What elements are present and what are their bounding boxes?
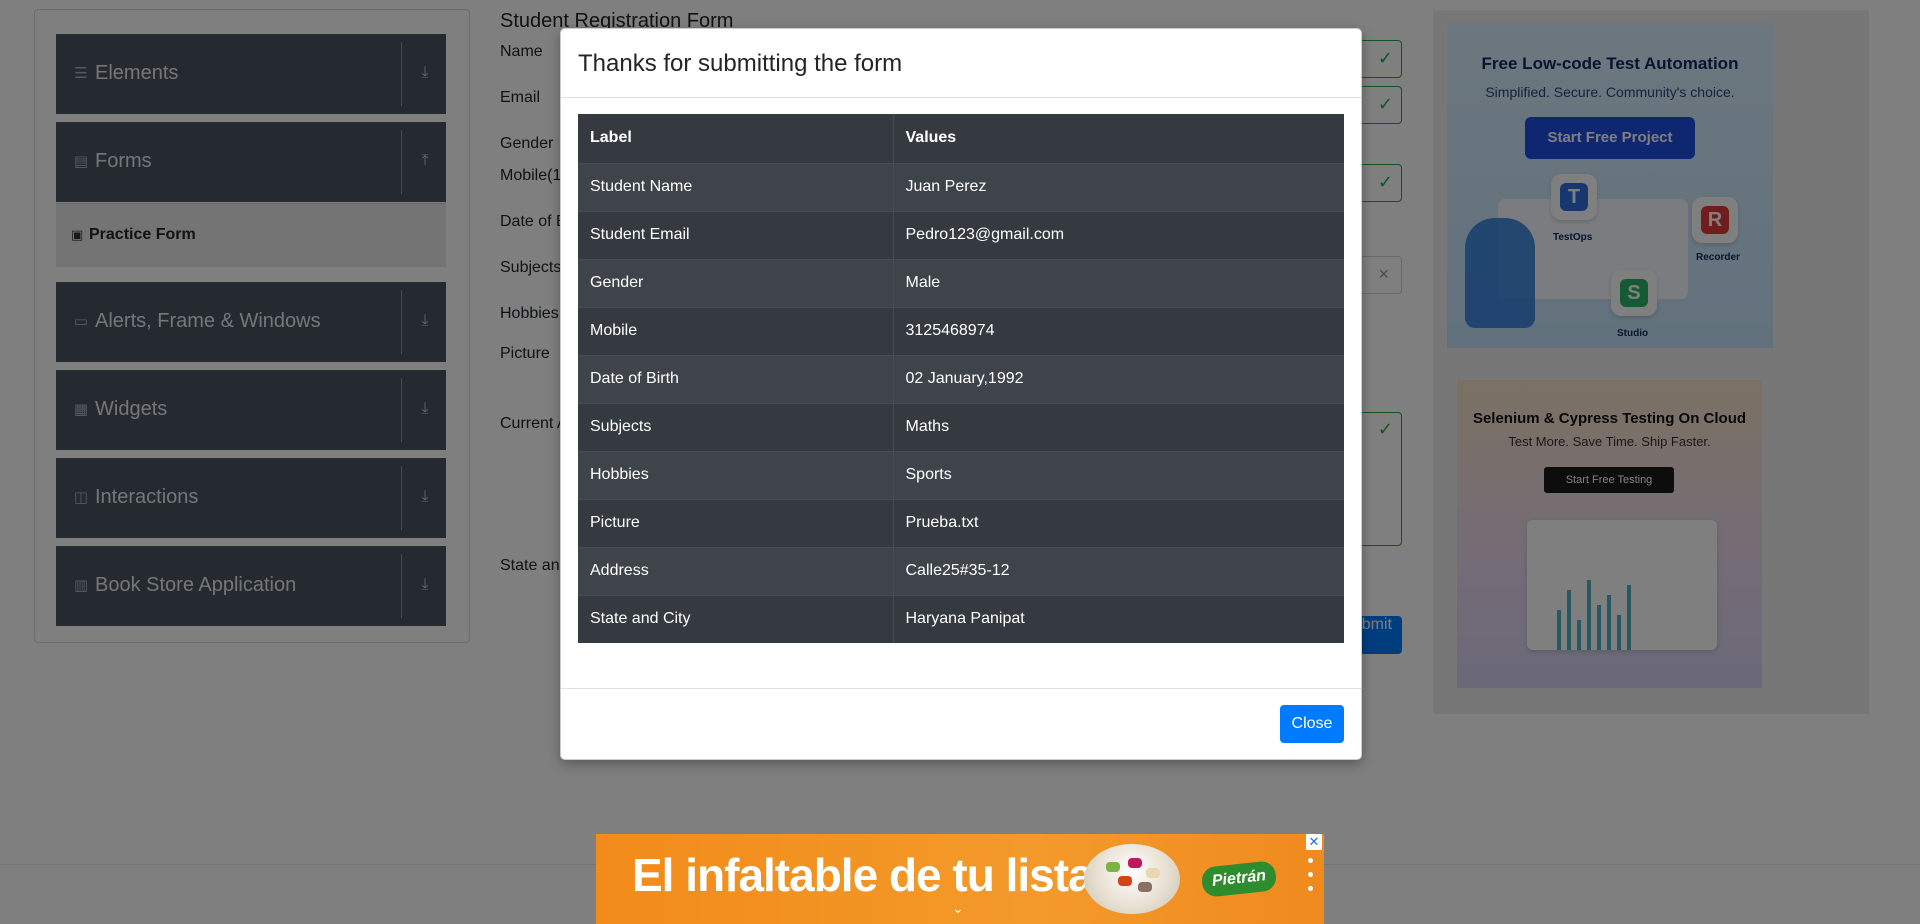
row-value: Prueba.txt <box>893 498 1344 547</box>
row-label: Address <box>578 546 894 595</box>
table-row: Student Email Pedro123@gmail.com <box>578 210 1344 259</box>
row-label: Subjects <box>578 402 894 451</box>
table-header-row: Label Values <box>578 114 1344 163</box>
row-label: Mobile <box>578 306 894 355</box>
row-label: Hobbies <box>578 450 894 499</box>
row-label: Date of Birth <box>578 354 894 403</box>
row-value: 3125468974 <box>893 306 1344 355</box>
row-label: Student Name <box>578 162 894 211</box>
row-value: Sports <box>893 450 1344 499</box>
modal-header: Thanks for submitting the form <box>561 29 1361 98</box>
row-label: Picture <box>578 498 894 547</box>
table-row: Student Name Juan Perez <box>578 162 1344 211</box>
table-row: Picture Prueba.txt <box>578 498 1344 547</box>
row-value: 02 January,1992 <box>893 354 1344 403</box>
close-ad-icon[interactable]: ✕ <box>1306 834 1322 850</box>
salad-bowl-image <box>1084 844 1180 914</box>
column-header-values: Values <box>893 114 1344 163</box>
table-row: Hobbies Sports <box>578 450 1344 499</box>
submission-modal: Thanks for submitting the form Label Val… <box>560 28 1362 760</box>
chevron-down-icon[interactable]: ⌄ <box>952 900 964 917</box>
row-value: Maths <box>893 402 1344 451</box>
table-row: Date of Birth 02 January,1992 <box>578 354 1344 403</box>
row-value: Male <box>893 258 1344 307</box>
bottom-banner-ad[interactable]: El infaltable de tu lista Pietrán ✕ ⌄ <box>596 834 1324 924</box>
ad-slogan: El infaltable de tu lista <box>632 849 1094 901</box>
modal-footer: Close <box>561 688 1361 760</box>
row-label: Student Email <box>578 210 894 259</box>
row-value: Juan Perez <box>893 162 1344 211</box>
more-options-icon[interactable] <box>1308 858 1314 900</box>
row-label: Gender <box>578 258 894 307</box>
table-row: Address Calle25#35-12 <box>578 546 1344 595</box>
brand-logo: Pietrán <box>1200 860 1278 898</box>
close-button[interactable]: Close <box>1280 705 1344 743</box>
table-row: State and City Haryana Panipat <box>578 594 1344 643</box>
row-value: Calle25#35-12 <box>893 546 1344 595</box>
row-value: Haryana Panipat <box>893 594 1344 643</box>
row-label: State and City <box>578 594 894 643</box>
table-row: Mobile 3125468974 <box>578 306 1344 355</box>
table-row: Subjects Maths <box>578 402 1344 451</box>
row-value: Pedro123@gmail.com <box>893 210 1344 259</box>
column-header-label: Label <box>578 114 894 163</box>
results-table: Label Values Student Name Juan Perez Stud… <box>578 114 1344 643</box>
modal-title: Thanks for submitting the form <box>578 50 903 77</box>
table-row: Gender Male <box>578 258 1344 307</box>
